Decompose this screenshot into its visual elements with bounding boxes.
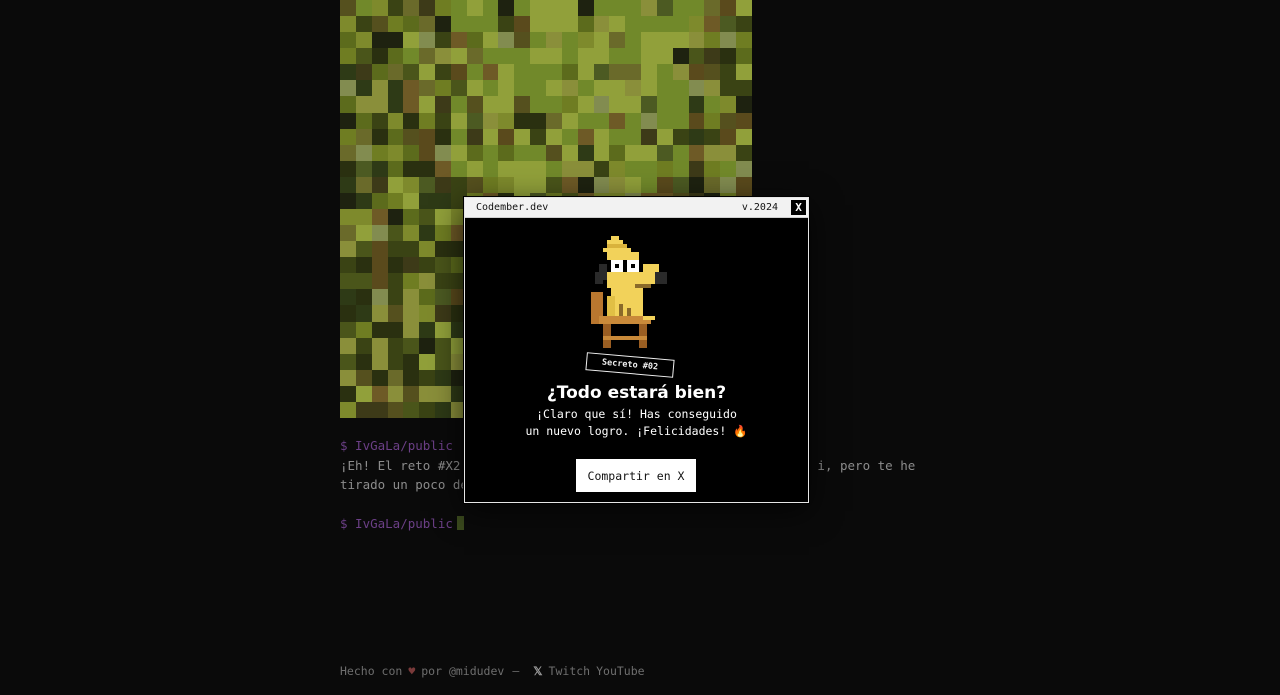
dialog-version: v.2024 — [741, 202, 778, 213]
terminal-line-prompt[interactable]: $ IvGaLa/public — [340, 514, 940, 534]
achievement-dialog: Codember.dev v.2024 X Secreto #02 ¿Todo … — [464, 197, 809, 503]
close-button[interactable]: X — [791, 200, 806, 215]
terminal-prompt: $ IvGaLa/public — [340, 516, 453, 531]
dialog-title: Codember.dev — [476, 202, 549, 213]
page: $ IvGaLa/public ¡Eh! El reto #X2 i, pero … — [0, 0, 1280, 695]
x-logo-icon[interactable]: 𝕏 — [533, 664, 542, 678]
terminal-text: i, pero te he — [817, 457, 916, 473]
terminal-text: ¡Eh! El reto #X2 — [340, 457, 461, 473]
footer: Hecho con ♥ por @midudev – 𝕏 Twitch YouT… — [340, 664, 645, 678]
dialog-heading: ¿Todo estará bien? — [546, 383, 727, 403]
message-line-1: ¡Claro que sí! Has conseguido — [536, 407, 737, 421]
share-on-x-button[interactable]: Compartir en X — [576, 459, 696, 492]
this-is-fine-dog-icon — [591, 236, 667, 348]
footer-made-with: Hecho con — [340, 664, 403, 678]
secret-badge: Secreto #02 — [585, 352, 675, 378]
heart-icon: ♥ — [408, 664, 416, 678]
terminal-prompt: $ IvGaLa/public — [340, 438, 453, 453]
dialog-body: Secreto #02 ¿Todo estará bien? ¡Claro qu… — [465, 218, 808, 502]
dialog-message: ¡Claro que sí! Has conseguido un nuevo l… — [465, 406, 808, 440]
terminal-text: tirado un poco de — [340, 477, 468, 492]
twitch-link[interactable]: Twitch — [549, 664, 591, 678]
author-link[interactable]: por @midudev — [421, 664, 504, 678]
dialog-titlebar: Codember.dev v.2024 X — [465, 198, 808, 218]
youtube-link[interactable]: YouTube — [596, 664, 644, 678]
message-line-2: un nuevo logro. ¡Felicidades! 🔥 — [525, 424, 748, 438]
footer-separator: – — [512, 664, 520, 678]
terminal-cursor — [456, 516, 464, 530]
